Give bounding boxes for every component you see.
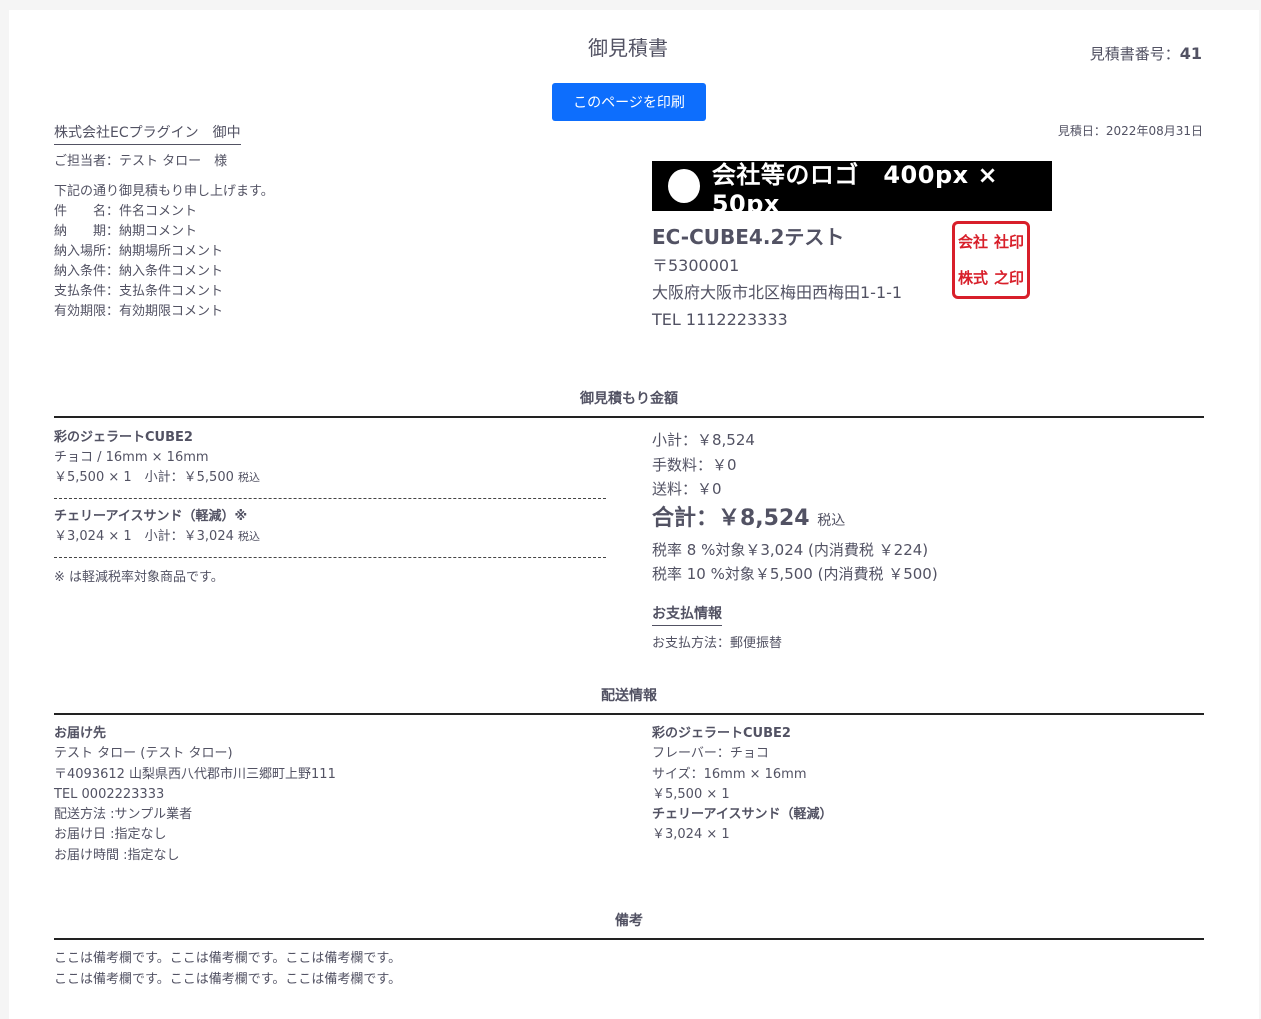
shop-tel: TEL 1112223333 — [652, 310, 788, 329]
logo-text: 会社等のロゴ 400px × 50px — [711, 160, 999, 218]
shop-info: EC-CUBE4.2テスト 〒5300001 大阪府大阪市北区梅田西梅田1-1-… — [652, 222, 902, 333]
detail-expiry: 有効期限：有効期限コメント — [54, 304, 224, 319]
detail-delivery-terms: 納入条件：納入条件コメント — [54, 264, 224, 279]
tax-10-breakdown: 税率 10 %対象￥5,500 (内消費税 ￥500) — [652, 565, 938, 583]
item-tax-label: 税込 — [238, 530, 261, 543]
detail-subject: 件 名：件名コメント — [54, 204, 198, 219]
shop-address: 大阪府大阪市北区梅田西梅田1-1-1 — [652, 283, 903, 302]
destination-title: お届け先 — [54, 726, 107, 741]
shipping-section-title: 配送情報 — [54, 685, 1204, 715]
customer-company: 株式会社ECプラグイン 御中 — [54, 122, 241, 145]
item-price: ￥3,024 × 1 小計：￥3,024 — [54, 529, 234, 544]
delivery-time: お届け時間 :指定なし — [54, 847, 180, 863]
subtotal: 小計：￥8,524 — [652, 431, 755, 449]
payment-title: お支払情報 — [652, 603, 722, 626]
delivery-method: 配送方法 :サンプル業者 — [54, 807, 193, 823]
contact-person: ご担当者：テスト タロー 様 — [54, 154, 228, 169]
print-page-button[interactable]: このページを印刷 — [552, 83, 706, 121]
quote-number-label: 見積書番号： — [1089, 45, 1180, 63]
remarks-line: ここは備考欄です。ここは備考欄です。ここは備考欄です。 — [54, 972, 402, 987]
estimate-section-title: 御見積もり金額 — [54, 388, 1204, 418]
estimate-items: 彩のジェラートCUBE2 チョコ / 16mm × 16mm ￥5,500 × … — [54, 428, 606, 585]
remarks-line: ここは備考欄です。ここは備考欄です。ここは備考欄です。 — [54, 951, 402, 966]
item-option: チョコ / 16mm × 16mm — [54, 450, 209, 465]
remarks-text: ここは備考欄です。ここは備考欄です。ここは備考欄です。 ここは備考欄です。ここは… — [54, 948, 401, 990]
destination-address: 〒4093612 山梨県西八代郡市川三郷町上野111 — [54, 766, 336, 782]
item-price-line: ￥3,024 × 1 小計：￥3,024 税込 — [54, 527, 606, 547]
customer-info: ご担当者：テスト タロー 様 下記の通り御見積もり申し上げます。 件 名：件名コ… — [54, 152, 274, 322]
remarks-section-title: 備考 — [54, 910, 1204, 940]
shop-postal: 〒5300001 — [652, 256, 740, 275]
shipping-fee: 送料：￥0 — [652, 480, 722, 498]
item-name: 彩のジェラートCUBE2 — [54, 430, 193, 445]
company-seal-stamp: 会社 社印 株式 之印 — [952, 221, 1030, 299]
product-detail: サイズ：16mm × 16mm — [652, 766, 807, 782]
seal-char: 之印 — [993, 269, 1024, 287]
grand-total: 合計：￥8,524 税込 — [652, 502, 938, 538]
grand-total-value: 合計：￥8,524 — [652, 505, 810, 531]
destination-name: テスト タロー (テスト タロー) — [54, 746, 233, 762]
grand-total-tax-label: 税込 — [817, 512, 846, 529]
quote-page: 御見積書 見積書番号：41 このページを印刷 見積日：2022年08月31日 株… — [9, 10, 1259, 1019]
page-title: 御見積書 — [588, 36, 668, 60]
shipping-destination: お届け先 テスト タロー (テスト タロー) 〒4093612 山梨県西八代郡市… — [54, 724, 336, 866]
product-name: 彩のジェラートCUBE2 — [652, 726, 791, 741]
payment-method: お支払方法：郵便振替 — [652, 636, 783, 651]
delivery-date: お届け日 :指定なし — [54, 827, 167, 843]
item-price: ￥5,500 × 1 小計：￥5,500 — [54, 470, 234, 485]
product-detail: ￥5,500 × 1 — [652, 786, 730, 802]
seal-char: 社印 — [993, 233, 1024, 251]
seal-char: 会社 — [957, 233, 988, 251]
product-name: チェリーアイスサンド（軽減） — [652, 807, 833, 823]
shop-name: EC-CUBE4.2テスト — [652, 225, 845, 249]
logo-circle-icon — [668, 169, 700, 203]
detail-delivery-period: 納 期：納期コメント — [54, 224, 198, 239]
fee: 手数料：￥0 — [652, 455, 737, 474]
item-name: チェリーアイスサンド（軽減）※ — [54, 509, 248, 524]
item-price-line: ￥5,500 × 1 小計：￥5,500 税込 — [54, 468, 606, 488]
detail-payment-terms: 支払条件：支払条件コメント — [54, 284, 224, 299]
product-detail: ￥3,024 × 1 — [652, 827, 730, 843]
destination-tel: TEL 0002223333 — [54, 786, 165, 802]
detail-delivery-place: 納入場所：納期場所コメント — [54, 244, 224, 259]
intro-text: 下記の通り御見積もり申し上げます。 — [54, 184, 274, 199]
list-item: 彩のジェラートCUBE2 チョコ / 16mm × 16mm ￥5,500 × … — [54, 428, 606, 499]
estimate-totals: 小計：￥8,524 手数料：￥0 送料：￥0 合計：￥8,524 税込 税率 8… — [652, 428, 938, 587]
reduced-tax-note: ※ は軽減税率対象商品です。 — [54, 570, 224, 585]
company-logo: 会社等のロゴ 400px × 50px — [652, 161, 1052, 218]
list-item: チェリーアイスサンド（軽減）※ ￥3,024 × 1 小計：￥3,024 税込 — [54, 507, 606, 558]
product-detail: フレーバー：チョコ — [652, 746, 769, 762]
shipping-products: 彩のジェラートCUBE2 フレーバー：チョコ サイズ：16mm × 16mm ￥… — [652, 724, 832, 846]
quote-number-value: 41 — [1179, 44, 1202, 63]
item-tax-label: 税込 — [238, 471, 261, 484]
tax-8-breakdown: 税率 8 %対象￥3,024 (内消費税 ￥224) — [652, 540, 929, 559]
quote-date: 見積日：2022年08月31日 — [1057, 124, 1203, 138]
quote-number: 見積書番号：41 — [1090, 43, 1202, 64]
seal-char: 株式 — [957, 269, 988, 287]
